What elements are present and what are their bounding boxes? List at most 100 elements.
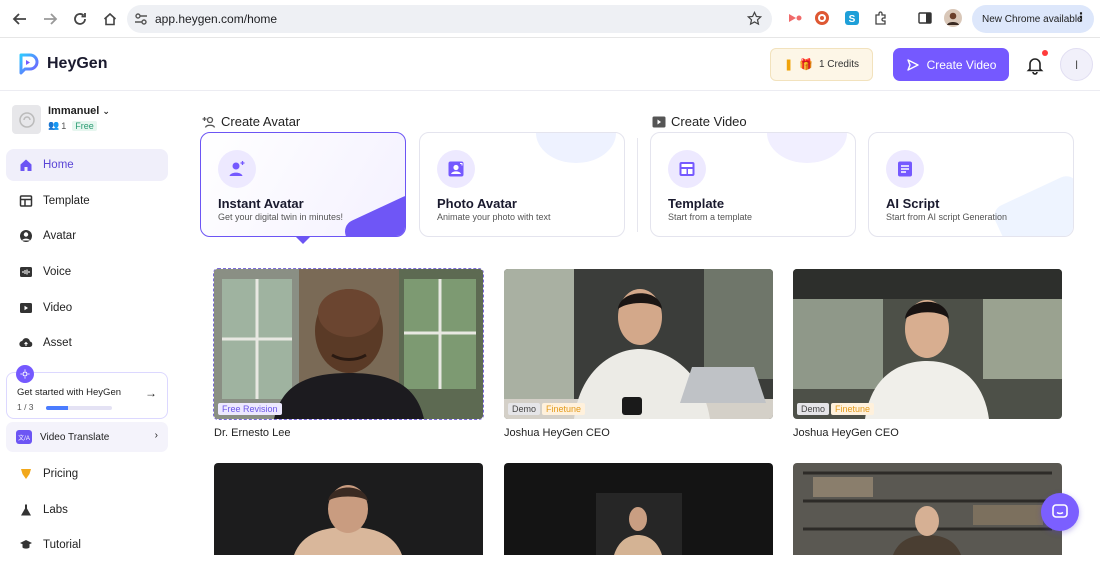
card-title: Template [668,196,725,211]
get-started-progress-bar [46,406,112,410]
heygen-logo[interactable]: HeyGen [16,52,107,76]
address-bar[interactable]: app.heygen.com/home [127,5,772,33]
card-title: AI Script [886,196,940,211]
reload-icon[interactable] [66,5,94,33]
demo-tag: Demo [797,403,830,415]
avatar-icon [20,230,32,242]
avatar-tile[interactable] [793,463,1062,555]
card-decoration [990,172,1073,236]
sidebar-item-template[interactable]: Template [6,185,168,217]
sidebar-item-pricing[interactable]: Pricing [6,458,168,490]
heygen-logo-icon [19,53,39,75]
template-card-icon [668,150,706,188]
progress-fill [46,406,68,410]
finetune-tag: Finetune [542,403,586,415]
instant-avatar-card[interactable]: Instant Avatar Get your digital twin in … [200,132,406,237]
card-decoration [536,133,616,163]
get-started-card[interactable]: Get started with HeyGen → 1 / 3 [6,365,168,419]
side-panel-icon[interactable] [916,9,934,27]
gift-icon: 🎁 [799,59,813,71]
tag-row: Demo Finetune [797,403,875,415]
site-settings-icon[interactable] [127,12,155,26]
create-video-button[interactable]: Create Video [893,48,1009,81]
profile-photo-icon[interactable] [944,9,962,27]
card-decoration [341,191,405,236]
photo-avatar-icon [437,150,475,188]
svg-text:S: S [849,14,856,25]
sidebar-item-labs[interactable]: Labs [6,494,168,526]
labs-icon [21,504,31,516]
extensions-puzzle-icon[interactable] [872,9,890,27]
sidebar-item-asset[interactable]: Asset [6,327,168,359]
extension-skype-icon[interactable]: S [843,9,861,27]
kebab-menu-icon[interactable]: ⋮ [1075,10,1087,24]
card-title: Photo Avatar [437,196,517,211]
arrow-right-icon[interactable]: → [145,386,157,400]
chrome-update-button[interactable]: New Chrome available ⋮ [972,5,1094,33]
card-subtitle: Animate your photo with text [437,212,551,222]
sidebar-item-label: Tutorial [43,539,81,551]
sidebar-item-label: Labs [43,504,68,516]
sidebar-item-label: Pricing [43,468,79,480]
create-video-label: Create Video [926,57,997,72]
asset-icon [19,338,33,348]
photo-avatar-card[interactable]: Photo Avatar Animate your photo with tex… [419,132,625,237]
sidebar-item-tutorial[interactable]: Tutorial [6,529,168,561]
sidebar-item-video-translate[interactable]: 文/A Video Translate › [6,422,168,452]
tutorial-icon [20,540,32,549]
home-browser-icon[interactable] [96,5,124,33]
section-divider [637,138,638,232]
avatar-tile[interactable]: Demo Finetune [793,269,1062,419]
workspace-switcher[interactable]: Immanuel ⌄ 👥 1 Free [12,105,110,134]
avatar-thumbnail [793,463,1062,555]
sidebar-item-voice[interactable]: Voice [6,256,168,288]
avatar-tile[interactable]: Free Revision [213,268,484,420]
sidebar-item-label: Video [43,302,73,314]
avatar-tile[interactable]: Demo Finetune [504,269,773,419]
create-avatar-heading: Create Avatar [202,114,300,129]
create-video-label: Create Video [671,114,747,129]
template-card[interactable]: Template Start from a template [650,132,856,237]
sidebar-item-label: Template [43,195,90,207]
bookmark-star-icon[interactable] [746,10,763,31]
avatar-tile[interactable] [504,463,773,555]
avatar-name: Joshua HeyGen CEO [504,427,610,439]
get-started-title: Get started with HeyGen [17,387,122,398]
sidebar-item-avatar[interactable]: Avatar [6,220,168,252]
members-count: 1 [61,120,67,131]
notification-dot [1042,50,1048,56]
extension-record-icon[interactable] [786,9,804,27]
avatar-tile[interactable] [214,463,483,555]
sidebar-item-label: Avatar [43,230,77,242]
chrome-update-label: New Chrome available [982,13,1083,25]
forward-icon[interactable] [36,5,64,33]
back-icon[interactable] [6,5,34,33]
url-text[interactable]: app.heygen.com/home [155,12,277,26]
sidebar-item-label: Home [43,159,74,171]
instant-avatar-icon [218,150,256,188]
sun-icon [16,365,34,383]
plan-badge: Free [72,120,97,131]
create-video-heading: Create Video [652,114,747,129]
notification-bell-icon[interactable] [1025,55,1045,75]
workspace-logo-icon [12,105,41,134]
sidebar-item-home[interactable]: Home [6,149,168,181]
template-icon [19,195,33,207]
card-decoration [767,133,847,163]
send-icon [906,58,919,71]
user-avatar[interactable]: I [1060,48,1093,81]
pricing-icon [21,469,31,479]
ai-script-card[interactable]: AI Script Start from AI script Generatio… [868,132,1074,237]
avatar-thumbnail [504,269,773,419]
coin-icon: ❚ [784,59,794,71]
video-icon [20,303,32,313]
avatar-thumbnail [504,463,773,555]
card-subtitle: Get your digital twin in minutes! [218,212,344,222]
credits-button[interactable]: ❚ 🎁 1 Credits [770,48,873,81]
sidebar-item-label: Asset [43,337,72,349]
sidebar-item-video[interactable]: Video [6,292,168,324]
chat-support-button[interactable] [1041,493,1079,531]
demo-tag: Demo [508,403,541,415]
extension-duckduckgo-icon[interactable] [813,9,831,27]
create-avatar-label: Create Avatar [221,114,301,129]
